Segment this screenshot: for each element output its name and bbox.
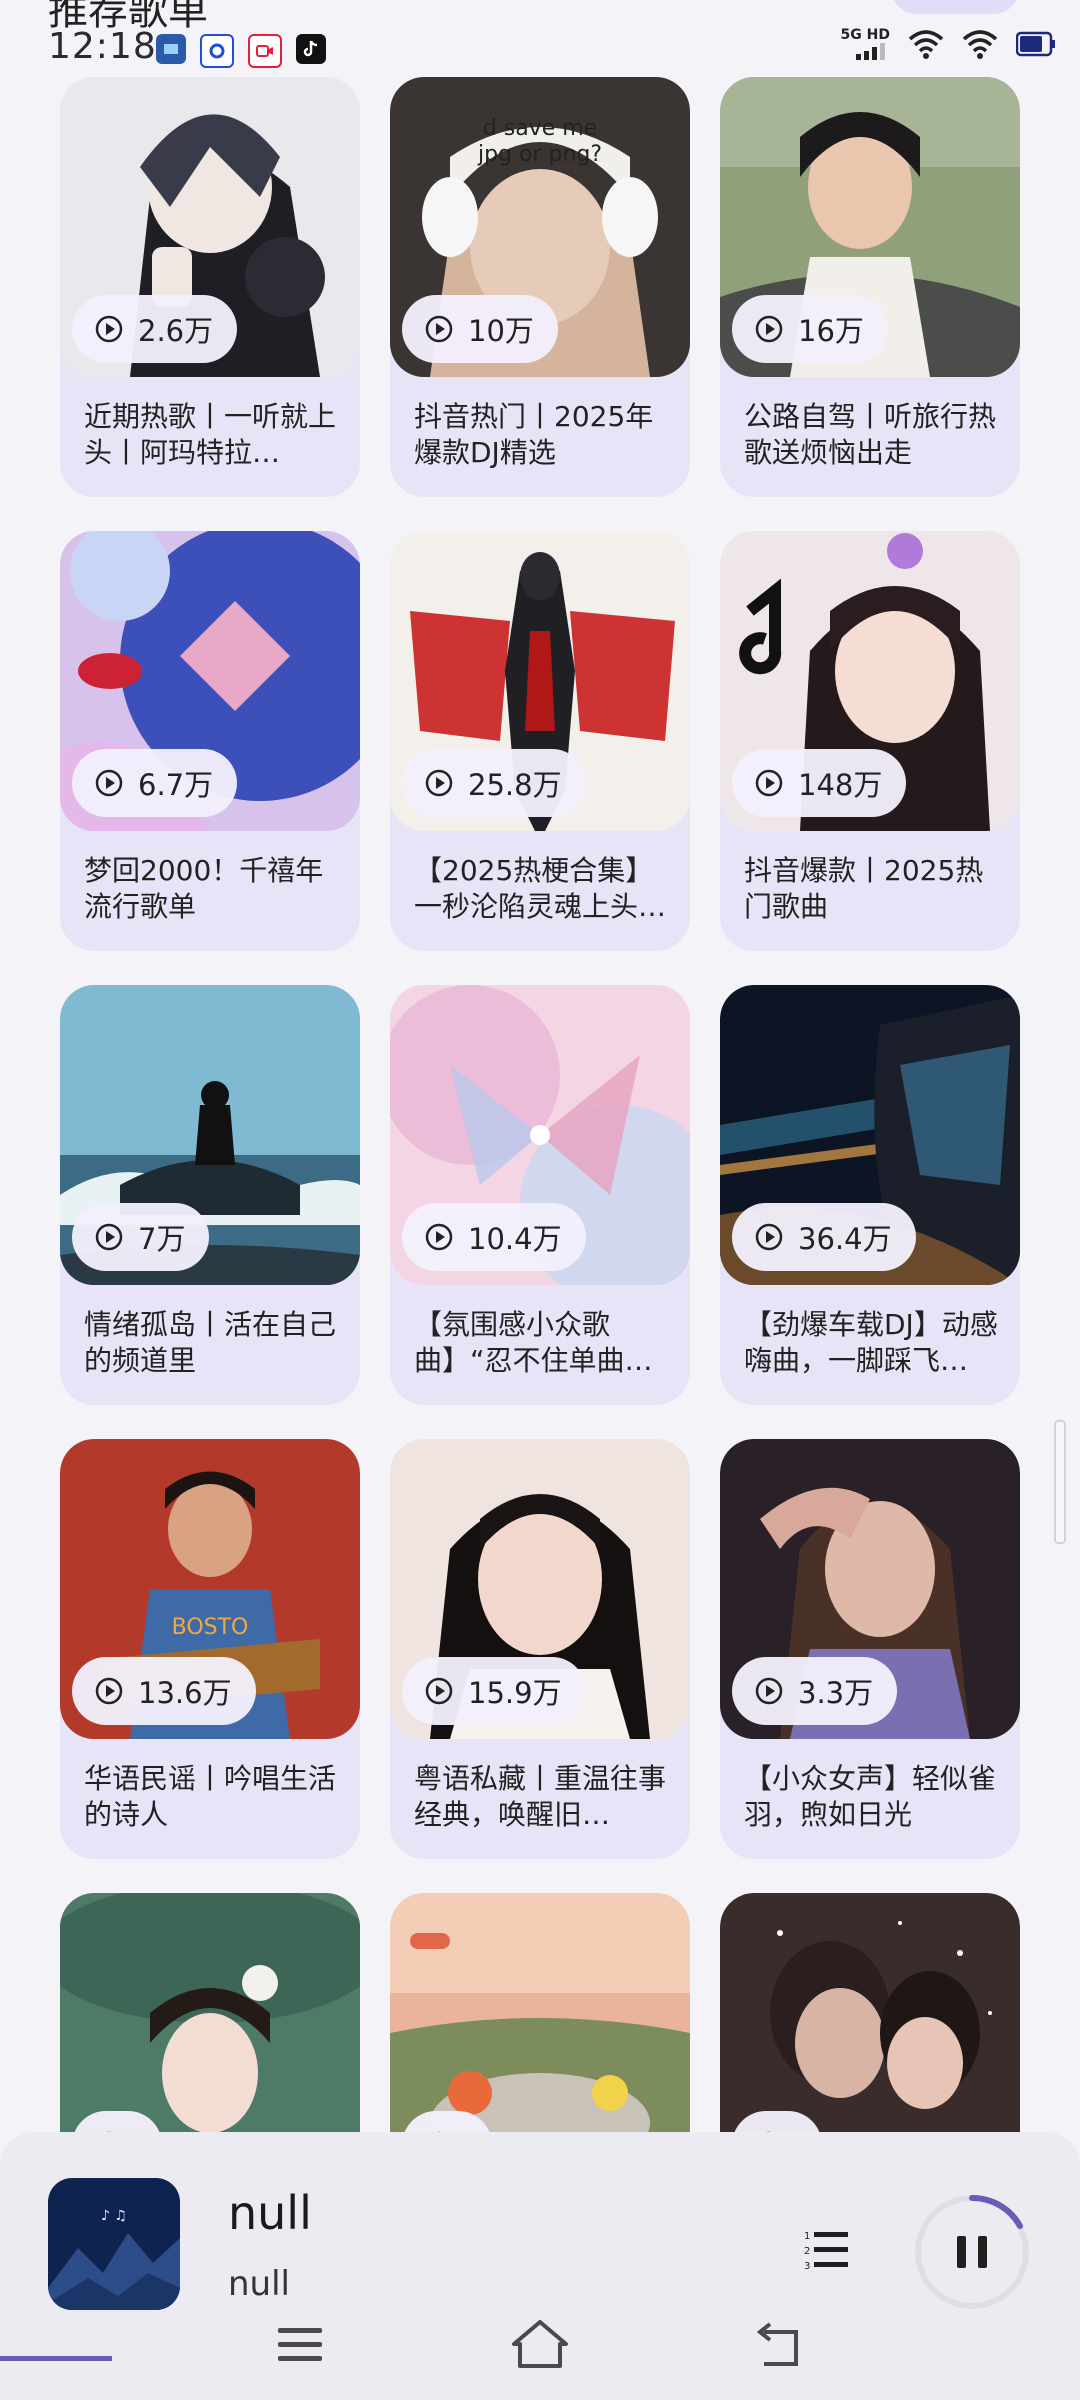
notification-icons xyxy=(156,34,326,68)
playlist-card[interactable]: BOSTO 13.6万 华语民谣丨吟唱生活的诗人 xyxy=(60,1439,360,1859)
playlist-card[interactable]: d save me jpg or png? 10万 抖音热门丨2025年爆款DJ… xyxy=(390,77,690,497)
tiktok-notification-icon xyxy=(296,34,326,64)
scrollbar[interactable] xyxy=(1054,1420,1066,1544)
video-notification-icon xyxy=(248,34,282,68)
play-icon xyxy=(95,1677,123,1705)
playlist-title: 抖音热门丨2025年爆款DJ精选 xyxy=(414,400,654,469)
playlist-title: 华语民谣丨吟唱生活的诗人 xyxy=(84,1762,337,1831)
play-count: 148万 xyxy=(798,768,883,802)
playlist-card[interactable]: 3.3万 【小众女声】轻似雀羽，煦如日光 xyxy=(720,1439,1020,1859)
play-icon xyxy=(425,1223,453,1251)
wifi-secondary-icon xyxy=(962,30,998,59)
play-icon xyxy=(95,769,123,797)
now-playing-title: null xyxy=(228,2186,312,2240)
play-count-badge: 13.6万 xyxy=(72,1657,256,1725)
playlist-card[interactable]: 6.7万 梦回2000！千禧年流行歌单 xyxy=(60,531,360,951)
play-count: 25.8万 xyxy=(468,768,562,802)
playlist-title: 梦回2000！千禧年流行歌单 xyxy=(84,854,324,923)
message-notification-icon xyxy=(200,34,234,68)
system-icons: 5G HD xyxy=(841,28,1056,60)
now-playing-artist: null xyxy=(228,2264,290,2304)
pause-button[interactable] xyxy=(912,2192,1032,2312)
playlist-title: 【2025热梗合集】一秒沦陷灵魂上头… xyxy=(414,854,667,923)
system-nav-bar xyxy=(0,2300,1080,2400)
play-count-badge: 148万 xyxy=(732,749,907,817)
playlist-card[interactable]: 2.6万 近期热歌丨一听就上头丨阿玛特拉… xyxy=(60,77,360,497)
playlist-title: 【劲爆车载DJ】动感嗨曲，一脚踩飞… xyxy=(744,1308,998,1377)
play-icon xyxy=(425,769,453,797)
playlist-card[interactable]: 15.9万 粤语私藏丨重温往事经典，唤醒旧… xyxy=(390,1439,690,1859)
svg-text:2: 2 xyxy=(804,2246,810,2257)
play-count-badge: 10万 xyxy=(402,295,558,363)
play-count: 10万 xyxy=(468,314,534,348)
playlist-title: 【氛围感小众歌曲】“忍不住单曲循… xyxy=(414,1308,625,1377)
play-count: 3.3万 xyxy=(798,1676,874,1710)
playlist-card[interactable]: 25.8万 【2025热梗合集】一秒沦陷灵魂上头… xyxy=(390,531,690,951)
app-notification-icon xyxy=(156,34,186,64)
cellular-signal-icon: 5G HD xyxy=(841,28,890,60)
play-icon xyxy=(755,315,783,343)
play-count-badge: 6.7万 xyxy=(72,749,238,817)
play-count: 2.6万 xyxy=(138,314,214,348)
play-count-badge: 15.9万 xyxy=(402,1657,586,1725)
play-count: 7万 xyxy=(138,1222,186,1256)
play-count-badge: 2.6万 xyxy=(72,295,238,363)
play-icon xyxy=(425,315,453,343)
play-count-badge: 16万 xyxy=(732,295,888,363)
home-icon[interactable] xyxy=(508,2312,572,2376)
section-title: 推荐歌单 xyxy=(48,0,208,34)
playlist-title: 【小众女声】轻似雀羽，煦如日光 xyxy=(744,1762,997,1831)
playlist-card[interactable]: 7万 情绪孤岛丨活在自己的频道里 xyxy=(60,985,360,1405)
battery-icon xyxy=(1016,31,1055,57)
playlist-card[interactable]: 10.4万 【氛围感小众歌曲】“忍不住单曲循… xyxy=(390,985,690,1405)
playlist-card[interactable]: 16万 公路自驾丨听旅行热歌送烦恼出走 xyxy=(720,77,1020,497)
play-icon xyxy=(755,1677,783,1705)
svg-text:1: 1 xyxy=(804,2231,810,2242)
playlist-title: 抖音爆款丨2025热门歌曲 xyxy=(744,854,984,923)
play-icon xyxy=(95,1223,123,1251)
svg-text:d save me: d save me xyxy=(483,116,597,141)
play-count: 16万 xyxy=(798,314,864,348)
more-button[interactable] xyxy=(890,0,1020,14)
play-icon xyxy=(95,315,123,343)
play-count-badge: 36.4万 xyxy=(732,1203,916,1271)
svg-text:3: 3 xyxy=(804,2261,810,2272)
playlist-title: 粤语私藏丨重温往事经典，唤醒旧… xyxy=(414,1762,667,1831)
playlist-title: 公路自驾丨听旅行热歌送烦恼出走 xyxy=(744,400,997,469)
play-count: 13.6万 xyxy=(138,1676,232,1710)
play-icon xyxy=(425,1677,453,1705)
now-playing-cover[interactable]: ♪ ♫ xyxy=(48,2178,180,2310)
play-count-badge: 3.3万 xyxy=(732,1657,898,1725)
play-count-badge: 25.8万 xyxy=(402,749,586,817)
menu-icon[interactable] xyxy=(268,2312,332,2376)
play-count: 15.9万 xyxy=(468,1676,562,1710)
back-icon[interactable] xyxy=(748,2312,812,2376)
playlist-queue-icon[interactable]: 1 2 3 xyxy=(796,2220,856,2280)
playlist-card[interactable]: 148万 抖音爆款丨2025热门歌曲 xyxy=(720,531,1020,951)
play-count-badge: 7万 xyxy=(72,1203,210,1271)
playlist-title: 情绪孤岛丨活在自己的频道里 xyxy=(84,1308,337,1377)
network-label: 5G HD xyxy=(840,27,890,43)
playlist-title: 近期热歌丨一听就上头丨阿玛特拉… xyxy=(84,400,337,469)
play-count: 6.7万 xyxy=(138,768,214,802)
play-icon xyxy=(755,769,783,797)
play-count: 10.4万 xyxy=(468,1222,562,1256)
svg-text:jpg or png?: jpg or png? xyxy=(477,142,602,167)
play-count-badge: 10.4万 xyxy=(402,1203,586,1271)
wifi-icon xyxy=(908,30,944,59)
svg-text:♪ ♫: ♪ ♫ xyxy=(101,2208,127,2224)
svg-text:BOSTO: BOSTO xyxy=(172,1615,249,1640)
play-count: 36.4万 xyxy=(798,1222,892,1256)
play-icon xyxy=(755,1223,783,1251)
playlist-card[interactable]: 36.4万 【劲爆车载DJ】动感嗨曲，一脚踩飞… xyxy=(720,985,1020,1405)
